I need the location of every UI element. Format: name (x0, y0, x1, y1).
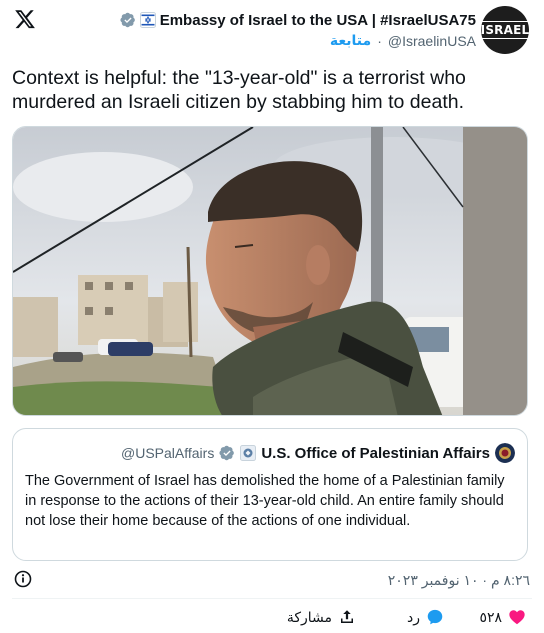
follow-button[interactable]: متابعة (330, 32, 371, 49)
divider (12, 598, 532, 599)
quoted-tweet[interactable]: @USPalAffairs U.S. Office of Palestinian… (12, 428, 528, 561)
photo-illustration (13, 127, 527, 415)
share-icon (341, 610, 353, 623)
reply-label: رد (407, 608, 420, 625)
share-label: مشاركة (286, 608, 332, 625)
verified-badge-icon (219, 445, 235, 461)
quoted-account-handle[interactable]: @USPalAffairs (121, 445, 214, 461)
like-action[interactable]: ٥٢٨ (479, 608, 526, 626)
quoted-account-name[interactable]: U.S. Office of Palestinian Affairs (261, 445, 490, 462)
quoted-tweet-text: The Government of Israel has demolished … (25, 473, 505, 529)
israel-emblem-icon (139, 12, 156, 28)
account-avatar[interactable]: ISRAEL (478, 6, 532, 54)
account-name-row[interactable]: Embassy of Israel to the USA | #IsraelUS… (120, 10, 476, 30)
account-display-name[interactable]: Embassy of Israel to the USA | #IsraelUS… (160, 12, 476, 29)
like-count: ٥٢٨ (479, 608, 502, 625)
tweet-photo[interactable] (12, 126, 528, 416)
tweet-text: Context is helpful: the "13-year-old" is… (12, 67, 466, 113)
action-bar: ٥٢٨ رد مشاركة (0, 608, 544, 633)
avatar-logo-text: ISRAEL (478, 21, 532, 39)
handle-row: متابعة · @IsraelinUSA (330, 32, 476, 49)
share-action[interactable]: مشاركة (287, 608, 356, 626)
x-logo-icon[interactable] (14, 8, 36, 30)
info-icon[interactable] (14, 570, 32, 588)
us-seal-icon (240, 445, 257, 461)
handle-separator: · (377, 32, 382, 49)
account-handle[interactable]: @IsraelinUSA (388, 33, 476, 49)
tweet-timestamp[interactable]: ٨:٢٦ م · ١٠ نوفمبر ٢٠٢٣ (388, 572, 530, 589)
heart-icon (509, 610, 525, 625)
quoted-tweet-header: @USPalAffairs U.S. Office of Palestinian… (121, 443, 515, 463)
reply-bubble-icon (427, 609, 443, 625)
reply-action[interactable]: رد (407, 608, 444, 626)
quoted-account-avatar[interactable] (495, 443, 515, 463)
verified-badge-icon (120, 12, 135, 28)
